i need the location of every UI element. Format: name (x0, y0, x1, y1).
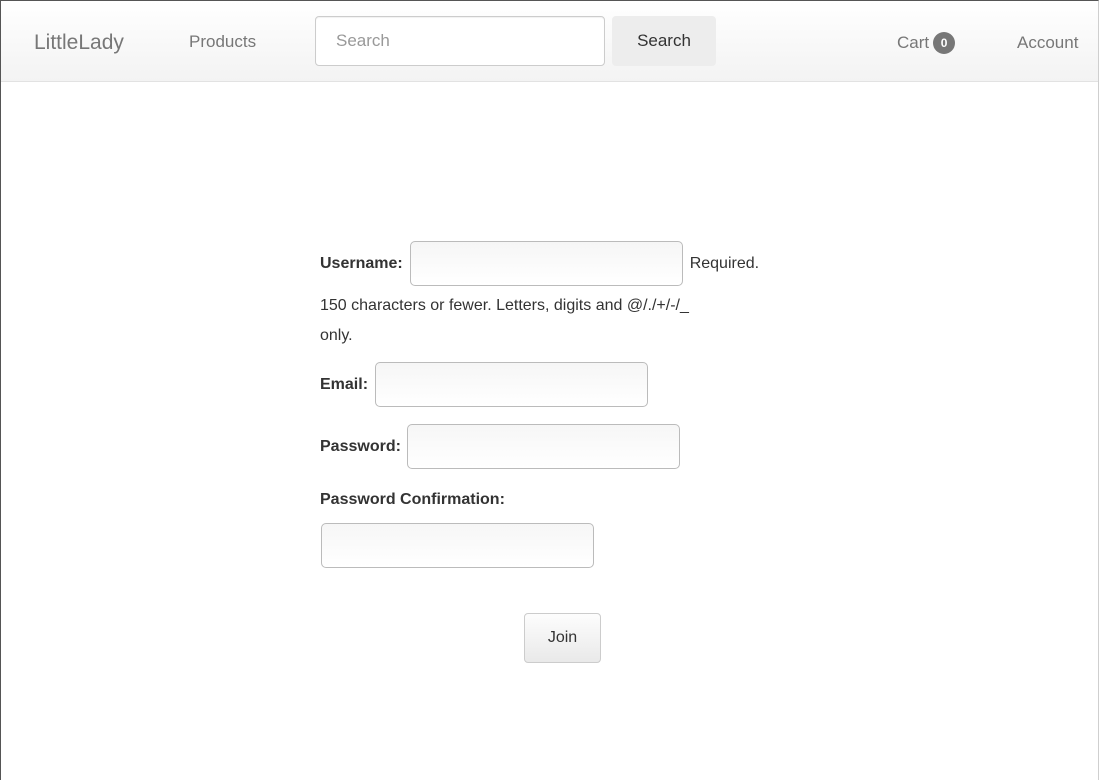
search-input[interactable] (315, 16, 605, 66)
password-field[interactable] (406, 424, 680, 469)
email-label: Email: (320, 375, 369, 393)
nav-products-link[interactable]: Products (189, 32, 256, 52)
password-row: Password: (320, 424, 680, 469)
navbar: LittleLady Products Search Cart 0 Accoun… (1, 1, 1098, 82)
search-button[interactable]: Search (612, 16, 716, 66)
email-field[interactable] (375, 362, 649, 407)
brand-link[interactable]: LittleLady (34, 31, 124, 55)
account-link[interactable]: Account (1017, 33, 1078, 53)
password-confirmation-field[interactable] (321, 523, 594, 568)
password-confirmation-label: Password Confirmation: (320, 491, 505, 508)
username-helptext-line1: 150 characters or fewer. Letters, digits… (320, 297, 689, 314)
username-helptext-line2: only. (320, 327, 353, 344)
username-helptext: 150 characters or fewer. Letters, digits… (320, 291, 820, 351)
username-row: Username: Required. (320, 241, 759, 286)
password-label: Password: (320, 437, 401, 455)
page: LittleLady Products Search Cart 0 Accoun… (0, 0, 1099, 780)
cart-label: Cart (897, 33, 930, 52)
join-button[interactable]: Join (524, 613, 601, 663)
email-row: Email: (320, 362, 649, 407)
cart-link[interactable]: Cart 0 (897, 32, 956, 54)
username-label: Username: (320, 254, 403, 272)
cart-count-badge: 0 (933, 32, 956, 54)
username-required-text: Required. (689, 254, 760, 272)
username-field[interactable] (409, 241, 683, 286)
